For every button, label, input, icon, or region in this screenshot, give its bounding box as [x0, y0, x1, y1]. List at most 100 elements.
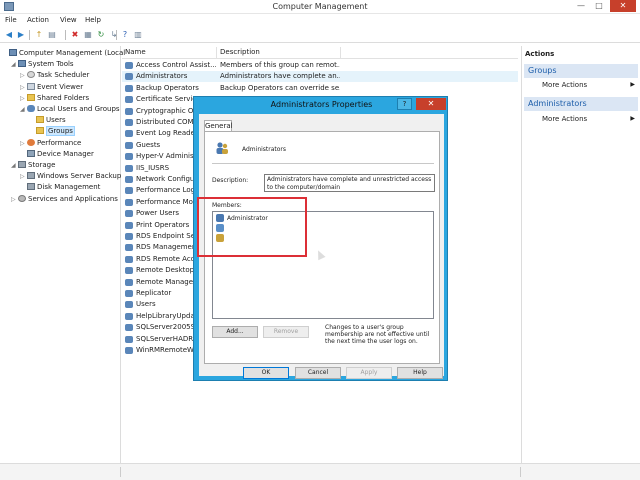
group-icon	[125, 347, 133, 354]
actions-section-administrators[interactable]: Administrators	[524, 97, 638, 111]
tree-node-computer-management-local[interactable]: Computer Management (Local	[2, 48, 125, 59]
close-button[interactable]: ✕	[610, 0, 636, 12]
group-icon	[125, 107, 133, 115]
folder-icon	[36, 127, 44, 135]
collapse-arrow-icon[interactable]: ◢	[11, 59, 18, 70]
cancel-button[interactable]: Cancel	[295, 367, 341, 379]
group-icon	[125, 187, 133, 195]
shared-folders-icon	[27, 93, 35, 101]
column-name[interactable]: Name	[125, 48, 146, 56]
column-description[interactable]: Description	[220, 48, 260, 56]
group-icon	[125, 278, 133, 286]
column-divider[interactable]	[340, 47, 341, 59]
back-arrow-icon[interactable]: ◀	[4, 30, 14, 40]
show-hide-tree-icon[interactable]: ▤	[47, 30, 57, 40]
refresh-icon[interactable]: ↻	[96, 30, 106, 40]
tree-node-shared-folders[interactable]: ▷ Shared Folders	[20, 93, 89, 104]
apply-button[interactable]: Apply	[346, 367, 392, 379]
tree-node-windows-server-backup[interactable]: ▷ Windows Server Backup	[20, 171, 121, 182]
group-icon	[215, 141, 229, 155]
tree-node-label: Users	[46, 116, 66, 125]
toolbar-separator	[65, 30, 66, 40]
show-hide-action-pane-icon[interactable]: ▥	[133, 30, 143, 40]
group-name: Administrators	[136, 72, 188, 81]
tree-node-label: Windows Server Backup	[37, 172, 122, 181]
description-input[interactable]: Administrators have complete and unrestr…	[264, 174, 435, 192]
status-divider	[520, 467, 521, 477]
delete-icon[interactable]: ✖	[70, 30, 80, 40]
storage-icon	[18, 161, 26, 168]
group-icon	[125, 324, 133, 332]
menu-help[interactable]: Help	[85, 16, 101, 24]
users-groups-icon	[27, 105, 35, 112]
actions-section-groups[interactable]: Groups	[524, 64, 638, 78]
tree-node-label: Storage	[28, 161, 56, 169]
menu-view[interactable]: View	[60, 16, 77, 24]
more-actions-administrators[interactable]: More Actions ▶	[542, 115, 638, 123]
help-button[interactable]: Help	[397, 367, 443, 379]
task-scheduler-icon	[27, 71, 35, 79]
tree-node-disk-management[interactable]: Disk Management	[20, 182, 100, 193]
group-icon	[125, 141, 133, 149]
group-icon	[125, 130, 133, 138]
tree-node-event-viewer[interactable]: ▷ Event Viewer	[20, 82, 83, 93]
group-description: Administrators have complete an...	[220, 72, 340, 81]
list-column-header: Name Description	[122, 47, 518, 59]
tree-node-task-scheduler[interactable]: ▷ Task Scheduler	[20, 70, 89, 81]
maximize-button[interactable]: □	[592, 0, 606, 12]
tree-node-label: Groups	[46, 126, 75, 137]
computer-icon	[9, 49, 17, 56]
tree-node-groups[interactable]: Groups	[29, 126, 75, 137]
tree-node-system-tools[interactable]: ◢ System Tools	[11, 59, 74, 70]
services-icon	[18, 194, 26, 202]
tree-node-label: Shared Folders	[37, 93, 90, 102]
up-folder-icon[interactable]: ↑	[34, 30, 44, 40]
expand-arrow-icon[interactable]: ▷	[20, 171, 27, 182]
status-divider	[120, 467, 121, 477]
members-highlight-box	[197, 197, 307, 257]
tree-node-label: Device Manager	[37, 149, 94, 158]
minimize-button[interactable]: —	[574, 0, 588, 12]
tree-node-storage[interactable]: ◢ Storage	[11, 160, 55, 171]
forward-arrow-icon[interactable]: ▶	[16, 30, 26, 40]
group-row[interactable]: Backup Operators Backup Operators can ove…	[122, 83, 518, 94]
chevron-right-icon: ▶	[630, 81, 635, 88]
tree-node-label: System Tools	[28, 60, 74, 69]
menu-file[interactable]: File	[5, 16, 17, 24]
menu-action[interactable]: Action	[27, 16, 49, 24]
export-list-icon[interactable]: ↳	[109, 30, 119, 40]
group-icon	[125, 335, 133, 343]
tree-node-local-users-and-groups[interactable]: ◢ Local Users and Groups	[20, 104, 120, 115]
tree-node-performance[interactable]: ▷ Performance	[20, 138, 81, 149]
expand-arrow-icon[interactable]: ▷	[20, 70, 27, 81]
expand-arrow-icon[interactable]: ▷	[20, 138, 27, 149]
expand-arrow-icon[interactable]: ▷	[20, 82, 27, 93]
more-actions-groups[interactable]: More Actions ▶	[542, 81, 638, 89]
group-row[interactable]: Administrators Administrators have comple…	[122, 71, 518, 83]
add-button[interactable]: Add...	[212, 326, 258, 338]
group-icon	[125, 244, 133, 252]
tree-node-label: Computer Management (Local	[19, 49, 126, 57]
tree-node-label: Services and Applications	[28, 194, 118, 203]
ok-button[interactable]: OK	[243, 367, 289, 379]
group-icon	[125, 267, 133, 275]
group-row[interactable]: Access Control Assist... Members of this …	[122, 60, 518, 71]
collapse-arrow-icon[interactable]: ◢	[11, 160, 18, 171]
group-icon	[125, 210, 133, 218]
properties-icon[interactable]: ▦	[83, 30, 93, 40]
dialog-help-button[interactable]: ?	[397, 98, 412, 110]
group-icon	[125, 164, 133, 172]
tree-node-services-and-applications[interactable]: ▷ Services and Applications	[11, 194, 118, 205]
performance-icon	[27, 138, 35, 146]
more-actions-label: More Actions	[542, 115, 588, 123]
tree-node-device-manager[interactable]: Device Manager	[20, 149, 94, 160]
tree-node-users[interactable]: Users	[29, 115, 66, 126]
remove-button[interactable]: Remove	[263, 326, 309, 338]
collapse-arrow-icon[interactable]: ◢	[20, 104, 27, 115]
tree-node-label: Task Scheduler	[37, 71, 90, 80]
expand-arrow-icon[interactable]: ▷	[20, 93, 27, 104]
expand-arrow-icon[interactable]: ▷	[11, 194, 18, 205]
dialog-close-button[interactable]: ✕	[416, 98, 446, 110]
column-divider[interactable]	[216, 47, 217, 59]
help-icon[interactable]: ?	[120, 30, 130, 40]
